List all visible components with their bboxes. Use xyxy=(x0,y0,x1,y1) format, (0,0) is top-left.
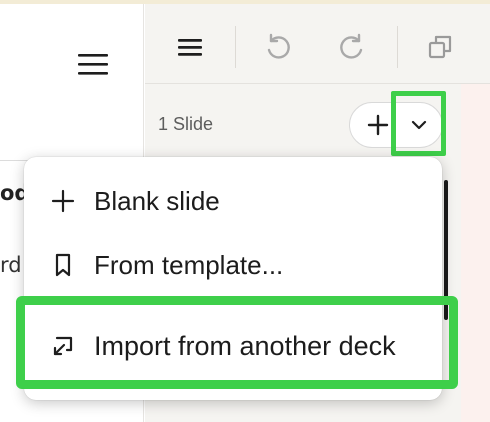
truncated-text: rd xyxy=(0,253,22,277)
plus-icon xyxy=(48,186,78,216)
menu-item-label: Blank slide xyxy=(94,185,220,216)
highlight-box xyxy=(391,91,446,156)
highlight-box xyxy=(16,296,458,389)
slide-count: 1 Slide xyxy=(158,114,214,134)
menu-item-label: From template... xyxy=(94,249,284,280)
truncated-text: od xyxy=(0,181,24,205)
hamburger-icon[interactable] xyxy=(173,30,207,64)
menu-item-blank-slide[interactable]: Blank slide xyxy=(24,170,442,232)
bookmark-icon xyxy=(48,250,78,280)
toolbar-separator xyxy=(397,26,398,68)
menu-item-from-template[interactable]: From template... xyxy=(24,234,442,296)
toolbar-separator xyxy=(235,26,236,68)
duplicate-icon[interactable] xyxy=(423,30,457,64)
redo-icon[interactable] xyxy=(335,30,369,64)
undo-icon[interactable] xyxy=(261,30,295,64)
hamburger-icon[interactable] xyxy=(78,52,108,76)
canvas-edge xyxy=(461,84,490,422)
toolbar xyxy=(145,4,490,84)
